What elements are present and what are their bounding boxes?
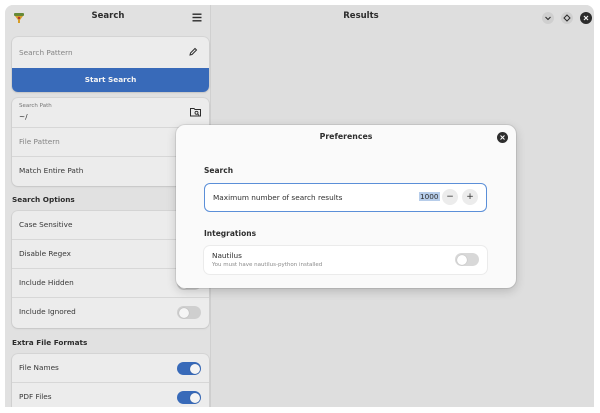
increment-button[interactable]: + <box>462 189 478 205</box>
close-icon <box>500 135 505 140</box>
dialog-close-button[interactable] <box>497 132 508 143</box>
integrations-section-title: Integrations <box>204 229 257 238</box>
max-results-spin-row: Maximum number of search results 1000 − … <box>204 183 487 212</box>
nautilus-row: Nautilus You must have nautilus-python i… <box>204 246 487 274</box>
preferences-title: Preferences <box>319 132 373 141</box>
decrement-button[interactable]: − <box>442 189 458 205</box>
nautilus-label: Nautilus <box>212 251 242 260</box>
toggle-knob <box>456 254 467 265</box>
search-section-title: Search <box>204 166 234 175</box>
nautilus-subtitle: You must have nautilus-python installed <box>212 262 323 268</box>
nautilus-toggle[interactable] <box>455 253 479 266</box>
max-results-label: Maximum number of search results <box>213 193 343 202</box>
max-results-value[interactable]: 1000 <box>419 192 440 201</box>
preferences-dialog: Preferences Search Maximum number of sea… <box>176 125 516 288</box>
